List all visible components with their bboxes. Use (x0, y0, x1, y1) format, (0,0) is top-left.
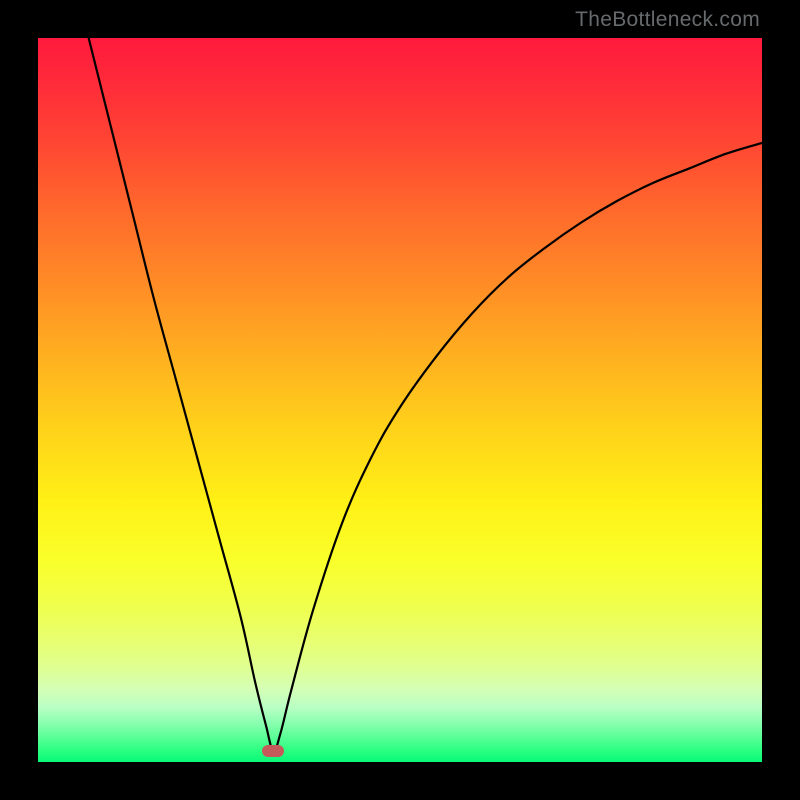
curve-layer (38, 38, 762, 762)
bottleneck-curve (89, 38, 762, 751)
watermark-text: TheBottleneck.com (575, 8, 760, 32)
bottleneck-chart: TheBottleneck.com (0, 0, 800, 800)
optimal-point-marker (262, 745, 284, 757)
plot-area (38, 38, 762, 762)
